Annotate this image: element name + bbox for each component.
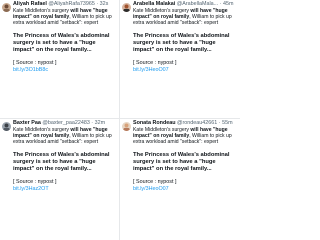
avatar[interactable] bbox=[122, 122, 131, 131]
tweet-grid: Aliyah Rafael @AliyahRafa73965 · 32s Kat… bbox=[0, 0, 240, 240]
author-name[interactable]: Arabella Malakai bbox=[133, 1, 175, 7]
lead-bold: will have bbox=[190, 127, 212, 133]
author-handle[interactable]: @AliyahRafa73965 · 32s bbox=[48, 1, 108, 7]
tweet-card[interactable]: Sonata Rondeau @rondeau42661 · 55m Kate … bbox=[120, 119, 240, 240]
author-handle[interactable]: @rondeau42661 · 55m bbox=[177, 120, 233, 126]
tweet-card[interactable]: Arabella Malakai @ArabellaMala... · 45m … bbox=[120, 0, 240, 118]
tweet-lead: Kate Middleton's surgery will have "huge… bbox=[13, 127, 117, 145]
lead-text: Kate Middleton's surgery bbox=[133, 8, 191, 14]
avatar[interactable] bbox=[122, 3, 131, 12]
author-handle[interactable]: @baxter_paa22483 · 32m bbox=[42, 120, 105, 126]
tweet-headline: The Princess of Wales's abdominal surger… bbox=[133, 33, 237, 54]
author-handle[interactable]: @ArabellaMala... · 45m bbox=[177, 1, 234, 7]
avatar[interactable] bbox=[2, 3, 11, 12]
tweet-body: Aliyah Rafael @AliyahRafa73965 · 32s Kat… bbox=[13, 1, 117, 73]
tweet-headline: The Princess of Wales's abdominal surger… bbox=[13, 33, 117, 54]
tweet-column-left: Aliyah Rafael @AliyahRafa73965 · 32s Kat… bbox=[0, 0, 120, 240]
tweet-lead: Kate Middleton's surgery will have "huge… bbox=[133, 8, 237, 26]
profile-photo-icon bbox=[2, 122, 11, 131]
lead-bold: will have bbox=[190, 8, 212, 14]
avatar[interactable] bbox=[2, 122, 11, 131]
author-name[interactable]: Baxter Paa bbox=[13, 120, 41, 126]
tweet-headline: The Princess of Wales's abdominal surger… bbox=[13, 152, 117, 173]
tweet-body: Arabella Malakai @ArabellaMala... · 45m … bbox=[133, 1, 237, 73]
tweet-header: Arabella Malakai @ArabellaMala... · 45m bbox=[133, 1, 237, 8]
tweet-card[interactable]: Aliyah Rafael @AliyahRafa73965 · 32s Kat… bbox=[0, 0, 120, 118]
lead-text: Kate Middleton's surgery bbox=[133, 127, 191, 133]
tweet-link[interactable]: bit.ly/3O1bB8c bbox=[13, 67, 117, 74]
tweet-body: Baxter Paa @baxter_paa22483 · 32m Kate M… bbox=[13, 120, 117, 192]
tweet-body: Sonata Rondeau @rondeau42661 · 55m Kate … bbox=[133, 120, 237, 192]
tweet-header: Baxter Paa @baxter_paa22483 · 32m bbox=[13, 120, 117, 127]
lead-bold: will have bbox=[70, 127, 92, 133]
tweet-header: Aliyah Rafael @AliyahRafa73965 · 32s bbox=[13, 1, 117, 8]
lead-text: Kate Middleton's surgery bbox=[13, 127, 71, 133]
tweet-lead: Kate Middleton's surgery will have "huge… bbox=[13, 8, 117, 26]
profile-photo-icon bbox=[122, 3, 131, 12]
lead-bold: will have bbox=[70, 8, 92, 14]
tweet-link[interactable]: bit.ly/3Haz2OT bbox=[13, 186, 117, 193]
row-divider bbox=[0, 118, 240, 119]
lead-text: Kate Middleton's surgery bbox=[13, 8, 71, 14]
tweet-card[interactable]: Baxter Paa @baxter_paa22483 · 32m Kate M… bbox=[0, 119, 120, 240]
author-name[interactable]: Aliyah Rafael bbox=[13, 1, 47, 7]
tweet-column-right: Arabella Malakai @ArabellaMala... · 45m … bbox=[120, 0, 240, 240]
tweet-headline: The Princess of Wales's abdominal surger… bbox=[133, 152, 237, 173]
tweet-lead: Kate Middleton's surgery will have "huge… bbox=[133, 127, 237, 145]
author-name[interactable]: Sonata Rondeau bbox=[133, 120, 176, 126]
profile-photo-icon bbox=[122, 122, 131, 131]
profile-photo-icon bbox=[2, 3, 11, 12]
tweet-link[interactable]: bit.ly/3HeoO07 bbox=[133, 67, 237, 74]
tweet-link[interactable]: bit.ly/3HeoO07 bbox=[133, 186, 237, 193]
tweet-header: Sonata Rondeau @rondeau42661 · 55m bbox=[133, 120, 237, 127]
